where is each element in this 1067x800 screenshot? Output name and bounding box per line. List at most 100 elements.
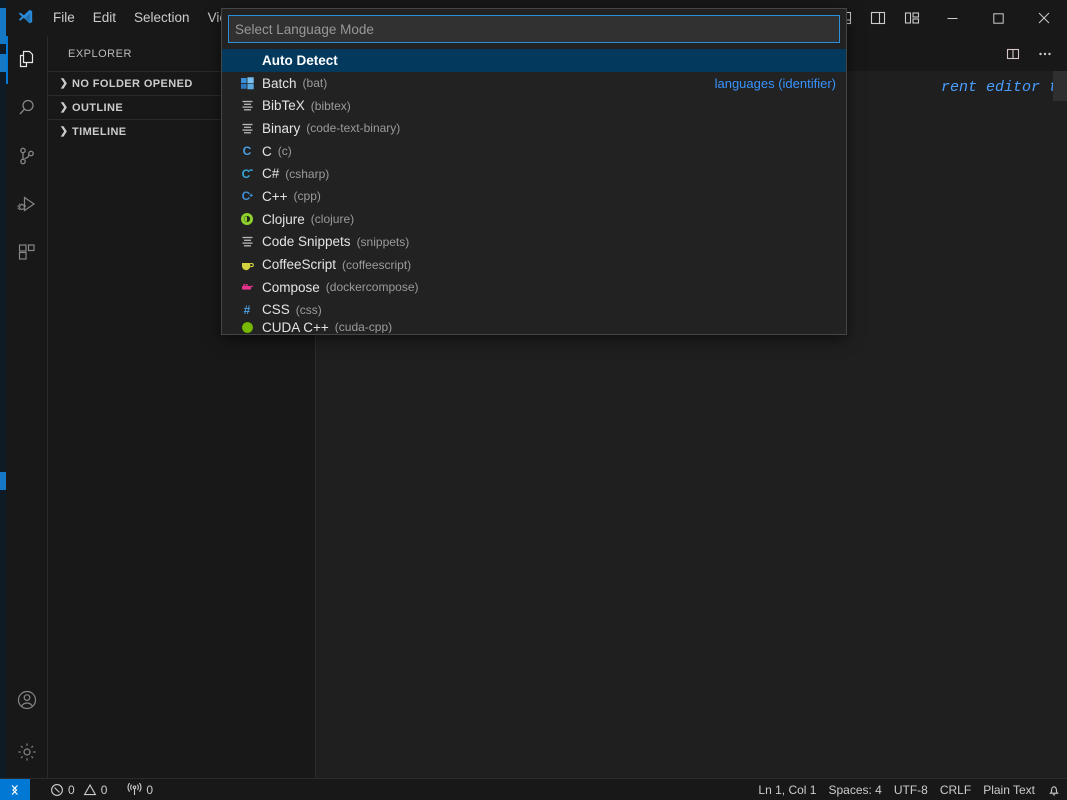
quickpick-item-code-snippets[interactable]: Code Snippets (snippets) <box>222 231 846 254</box>
bell-icon <box>1049 785 1059 795</box>
quickpick-item-compose[interactable]: Compose (dockercompose) <box>222 276 846 299</box>
sidebar-section-label: NO FOLDER OPENED <box>72 77 193 90</box>
warning-triangle-icon <box>83 783 97 795</box>
quickpick-column-header: languages (identifier) <box>714 75 836 91</box>
editor-watermark-text: rent editor to <box>940 79 1067 96</box>
close-button[interactable] <box>1021 0 1067 36</box>
select-language-mode-quickpick: Auto Detect Batch (bat) languages (ident… <box>221 8 847 335</box>
chevron-right-icon: ❯ <box>59 102 69 113</box>
quickpick-item-binary[interactable]: Binary (code-text-binary) <box>222 117 846 140</box>
status-cursor-position[interactable]: Ln 1, Col 1 <box>752 779 822 800</box>
csharp-icon: C <box>238 167 256 181</box>
quickpick-item-label: C++ <box>262 188 288 204</box>
maximize-button[interactable] <box>975 0 1021 36</box>
quickpick-item-identifier: (csharp) <box>285 166 330 181</box>
menu-selection[interactable]: Selection <box>125 5 199 31</box>
toggle-secondary-sidebar-icon[interactable] <box>861 3 895 33</box>
quickpick-item-label: Batch <box>262 75 297 91</box>
editor-scrollbar[interactable] <box>1053 71 1067 778</box>
svg-text:#: # <box>244 303 251 317</box>
quickpick-item-label: Code Snippets <box>262 234 351 250</box>
quickpick-item-identifier: (bibtex) <box>310 98 351 113</box>
menu-file[interactable]: File <box>44 5 84 31</box>
quickpick-item-auto-detect[interactable]: Auto Detect <box>222 49 846 72</box>
clojure-icon <box>238 212 256 226</box>
quickpick-item-identifier: (cpp) <box>293 189 321 204</box>
hash-icon: # <box>238 303 256 317</box>
quickpick-item-label: CoffeeScript <box>262 257 337 273</box>
title-bar-right <box>827 0 1067 36</box>
chevron-right-icon: ❯ <box>59 126 69 137</box>
c-icon: C <box>238 144 256 158</box>
quickpick-item-label: BibTeX <box>262 98 305 114</box>
activity-source-control[interactable] <box>6 132 48 180</box>
status-bar-right: Ln 1, Col 1 Spaces: 4 UTF-8 CRLF Plain T… <box>752 779 1067 800</box>
activity-accounts[interactable] <box>6 674 48 726</box>
quickpick-item-identifier: (snippets) <box>356 234 410 249</box>
menu-bar: File Edit Selection View <box>44 0 246 36</box>
menu-edit[interactable]: Edit <box>84 5 125 31</box>
customize-layout-icon[interactable] <box>895 3 929 33</box>
quickpick-item-c[interactable]: C C (c) <box>222 140 846 163</box>
lines-icon <box>238 99 256 112</box>
quickpick-item-label: Clojure <box>262 211 305 227</box>
quickpick-item-identifier: (css) <box>295 302 322 317</box>
radio-tower-icon <box>127 782 142 795</box>
svg-text:C: C <box>242 189 251 203</box>
status-notifications[interactable] <box>1041 779 1067 800</box>
error-circle-icon <box>51 783 63 796</box>
cuda-icon <box>238 321 256 333</box>
status-eol[interactable]: CRLF <box>934 779 977 800</box>
docker-icon <box>238 280 256 294</box>
quickpick-item-clojure[interactable]: Clojure (clojure) <box>222 208 846 231</box>
cpp-icon: C <box>238 189 256 203</box>
quickpick-item-label: Compose <box>262 279 320 295</box>
status-encoding[interactable]: UTF-8 <box>888 779 934 800</box>
status-indentation[interactable]: Spaces: 4 <box>822 779 887 800</box>
activity-extensions[interactable] <box>6 228 48 276</box>
quickpick-item-identifier: (coffeescript) <box>342 257 412 272</box>
quickpick-item-identifier: (cuda-cpp) <box>334 321 393 334</box>
quickpick-item-cuda-cpp[interactable]: CUDA C++ (cuda-cpp) <box>222 321 846 333</box>
quickpick-item-cpp[interactable]: C C++ (cpp) <box>222 185 846 208</box>
quickpick-item-css[interactable]: # CSS (css) <box>222 299 846 322</box>
coffee-icon <box>238 258 256 272</box>
quickpick-search-input[interactable] <box>228 15 840 43</box>
quickpick-item-label: C# <box>262 166 280 182</box>
activity-bar <box>5 36 48 778</box>
minimize-button[interactable] <box>929 0 975 36</box>
quickpick-item-identifier: (c) <box>277 144 292 159</box>
status-error-count: 0 <box>68 782 75 797</box>
quickpick-item-label: CSS <box>262 302 290 318</box>
editor-scrollbar-thumb[interactable] <box>1053 71 1067 101</box>
lines-icon <box>238 122 256 135</box>
quickpick-item-coffeescript[interactable]: CoffeeScript (coffeescript) <box>222 253 846 276</box>
quickpick-item-label: CUDA C++ <box>262 321 329 334</box>
quickpick-item-label: Binary <box>262 120 301 136</box>
quickpick-input-wrapper <box>222 9 846 49</box>
quickpick-item-identifier: (code-text-binary) <box>306 121 401 136</box>
quickpick-item-csharp[interactable]: C C# (csharp) <box>222 162 846 185</box>
ellipsis-icon[interactable] <box>1031 42 1059 66</box>
status-ports-count: 0 <box>146 782 154 797</box>
status-remote-window[interactable] <box>0 778 30 800</box>
quickpick-item-label: Auto Detect <box>262 52 338 68</box>
windows-icon <box>238 76 256 90</box>
quickpick-item-identifier: (clojure) <box>310 212 355 227</box>
quickpick-item-identifier: (bat) <box>302 76 328 91</box>
activity-search[interactable] <box>6 84 48 132</box>
svg-text:C: C <box>242 167 251 181</box>
status-problems[interactable]: 0 0 <box>44 779 113 800</box>
status-language-mode[interactable]: Plain Text <box>977 779 1041 800</box>
split-editor-icon[interactable] <box>999 42 1027 66</box>
activity-manage[interactable] <box>6 726 48 778</box>
quickpick-item-bibtex[interactable]: BibTeX (bibtex) <box>222 94 846 117</box>
quickpick-list[interactable]: Auto Detect Batch (bat) languages (ident… <box>222 49 846 333</box>
activity-run-debug[interactable] <box>6 180 48 228</box>
activity-explorer[interactable] <box>5 36 48 84</box>
status-ports[interactable]: 0 <box>121 779 159 800</box>
vscode-logo-icon <box>6 0 44 36</box>
quickpick-item-batch[interactable]: Batch (bat) languages (identifier) <box>222 72 846 95</box>
quickpick-item-identifier: (dockercompose) <box>325 280 419 295</box>
quickpick-item-label: C <box>262 143 272 159</box>
